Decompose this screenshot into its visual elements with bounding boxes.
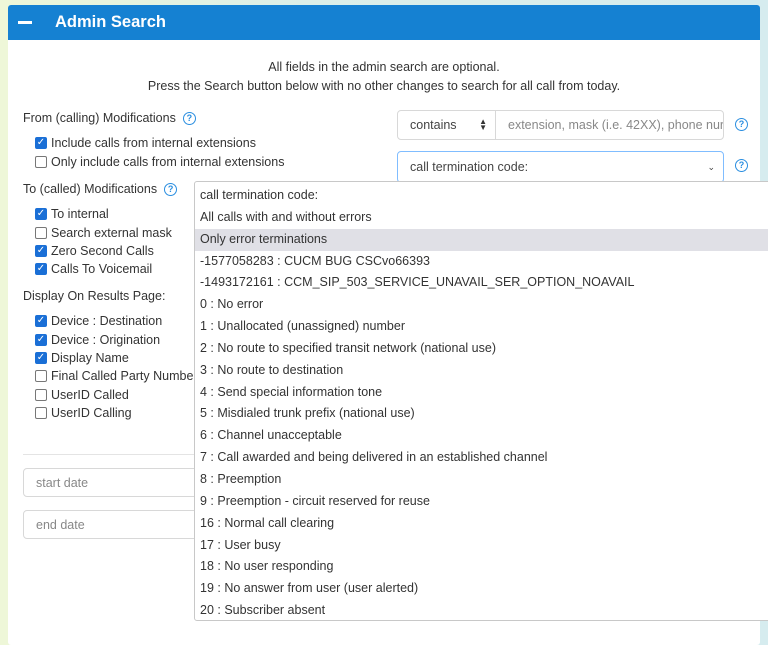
checkbox-unchecked-icon[interactable] bbox=[35, 407, 47, 420]
dropdown-option[interactable]: 6 : Channel unacceptable bbox=[195, 425, 768, 447]
to-label-text: To (called) Modifications bbox=[23, 182, 158, 196]
checkbox-label: Search external mask bbox=[51, 225, 172, 240]
checkbox-label: Display Name bbox=[51, 350, 129, 365]
dropdown-option[interactable]: 5 : Misdialed trunk prefix (national use… bbox=[195, 403, 768, 425]
checkbox-display-2[interactable]: ✓ Display Name bbox=[35, 349, 198, 367]
dropdown-option[interactable]: 8 : Preemption bbox=[195, 469, 768, 491]
dropdown-option[interactable]: -1577058283 : CUCM BUG CSCvo66393 bbox=[195, 251, 768, 273]
checkbox-label: Zero Second Calls bbox=[51, 243, 154, 258]
end-date-input[interactable]: end date bbox=[23, 510, 223, 539]
checkbox-checked-icon[interactable]: ✓ bbox=[35, 333, 47, 346]
question-circle-icon[interactable]: ? bbox=[735, 118, 748, 131]
dropdown-option[interactable]: 2 : No route to specified transit networ… bbox=[195, 338, 768, 360]
checkbox-from-1[interactable]: Only include calls from internal extensi… bbox=[35, 152, 284, 170]
question-circle-icon[interactable]: ? bbox=[182, 111, 196, 125]
dropdown-option[interactable]: 18 : No user responding bbox=[195, 556, 768, 578]
checkbox-checked-icon[interactable]: ✓ bbox=[35, 208, 47, 221]
checkbox-checked-icon[interactable]: ✓ bbox=[35, 315, 47, 328]
termination-code-value: call termination code: bbox=[410, 160, 529, 174]
divider bbox=[23, 454, 203, 455]
chevron-down-icon: ⌄ bbox=[707, 161, 715, 172]
panel-title: Admin Search bbox=[55, 13, 166, 31]
checkbox-display-0[interactable]: ✓ Device : Destination bbox=[35, 312, 198, 330]
dropdown-option[interactable]: All calls with and without errors bbox=[195, 207, 768, 229]
dropdown-option[interactable]: 17 : User busy bbox=[195, 535, 768, 557]
termination-code-select[interactable]: call termination code: ⌄ bbox=[397, 151, 724, 183]
dropdown-option[interactable]: 19 : No answer from user (user alerted) bbox=[195, 578, 768, 600]
dropdown-option[interactable]: 3 : No route to destination bbox=[195, 360, 768, 382]
from-label-text: From (calling) Modifications bbox=[23, 111, 176, 125]
checkbox-to-0[interactable]: ✓ To internal bbox=[35, 205, 172, 223]
to-label: To (called) Modifications? bbox=[23, 182, 178, 196]
checkbox-label: Include calls from internal extensions bbox=[51, 136, 256, 151]
question-circle-icon[interactable]: ? bbox=[164, 182, 178, 196]
question-circle-icon[interactable]: ? bbox=[735, 159, 748, 172]
dropdown-option[interactable]: 9 : Preemption - circuit reserved for re… bbox=[195, 491, 768, 513]
dropdown-option[interactable]: 16 : Normal call clearing bbox=[195, 513, 768, 535]
checkbox-to-2[interactable]: ✓ Zero Second Calls bbox=[35, 242, 172, 260]
dropdown-option[interactable]: -1493172161 : CCM_SIP_503_SERVICE_UNAVAI… bbox=[195, 272, 768, 294]
dropdown-option[interactable]: 1 : Unallocated (unassigned) number bbox=[195, 316, 768, 338]
dropdown-option[interactable]: 7 : Call awarded and being delivered in … bbox=[195, 447, 768, 469]
checkbox-checked-icon[interactable]: ✓ bbox=[35, 263, 47, 276]
updown-icon: ▲ ▼ bbox=[479, 117, 487, 132]
collapse-icon[interactable] bbox=[18, 21, 32, 24]
intro-line: Press the Search button below with no ot… bbox=[147, 79, 621, 93]
checkbox-from-0[interactable]: ✓ Include calls from internal extensions bbox=[35, 134, 284, 152]
from-label: From (calling) Modifications? bbox=[23, 111, 196, 125]
checkbox-unchecked-icon[interactable] bbox=[35, 226, 47, 239]
checkbox-label: Device : Destination bbox=[51, 314, 163, 329]
dropdown-option[interactable]: call termination code: bbox=[195, 185, 768, 207]
checkbox-checked-icon[interactable]: ✓ bbox=[35, 137, 47, 150]
checkbox-unchecked-icon[interactable] bbox=[35, 155, 47, 168]
checkbox-label: Calls To Voicemail bbox=[51, 262, 153, 277]
checkbox-label: UserID Calling bbox=[51, 406, 132, 421]
match-type-value: contains bbox=[410, 118, 457, 132]
dropdown-option[interactable]: Only error terminations bbox=[195, 228, 768, 251]
number-input[interactable]: extension, mask (i.e. 42XX), phone nur bbox=[495, 110, 724, 140]
checkbox-checked-icon[interactable]: ✓ bbox=[35, 351, 47, 364]
dropdown-option[interactable]: 20 : Subscriber absent bbox=[195, 600, 768, 620]
checkbox-to-3[interactable]: ✓ Calls To Voicemail bbox=[35, 260, 172, 278]
checkbox-label: Final Called Party Number bbox=[51, 369, 198, 384]
panel-header[interactable]: Admin Search bbox=[8, 5, 760, 40]
dropdown-option[interactable]: 0 : No error bbox=[195, 294, 768, 316]
checkbox-display-1[interactable]: ✓ Device : Origination bbox=[35, 330, 198, 348]
intro-text: All fields in the admin search are optio… bbox=[8, 58, 760, 96]
display-label: Display On Results Page: bbox=[23, 289, 166, 303]
checkbox-unchecked-icon[interactable] bbox=[35, 388, 47, 401]
match-type-select[interactable]: contains ▲ ▼ bbox=[397, 110, 496, 140]
checkbox-display-5[interactable]: UserID Calling bbox=[35, 404, 198, 422]
termination-code-dropdown[interactable]: call termination code: All calls with and… bbox=[194, 181, 768, 621]
dropdown-option[interactable]: 4 : Send special information tone bbox=[195, 382, 768, 404]
checkbox-display-4[interactable]: UserID Called bbox=[35, 386, 198, 404]
checkbox-unchecked-icon[interactable] bbox=[35, 370, 47, 383]
checkbox-label: UserID Called bbox=[51, 387, 129, 402]
checkbox-label: Only include calls from internal extensi… bbox=[51, 154, 285, 169]
checkbox-label: To internal bbox=[51, 207, 109, 222]
checkbox-label: Device : Origination bbox=[51, 332, 161, 347]
intro-line: All fields in the admin search are optio… bbox=[268, 60, 500, 74]
checkbox-checked-icon[interactable]: ✓ bbox=[35, 244, 47, 257]
checkbox-to-1[interactable]: Search external mask bbox=[35, 223, 172, 241]
start-date-input[interactable]: start date bbox=[23, 468, 223, 497]
checkbox-display-3[interactable]: Final Called Party Number bbox=[35, 367, 198, 385]
